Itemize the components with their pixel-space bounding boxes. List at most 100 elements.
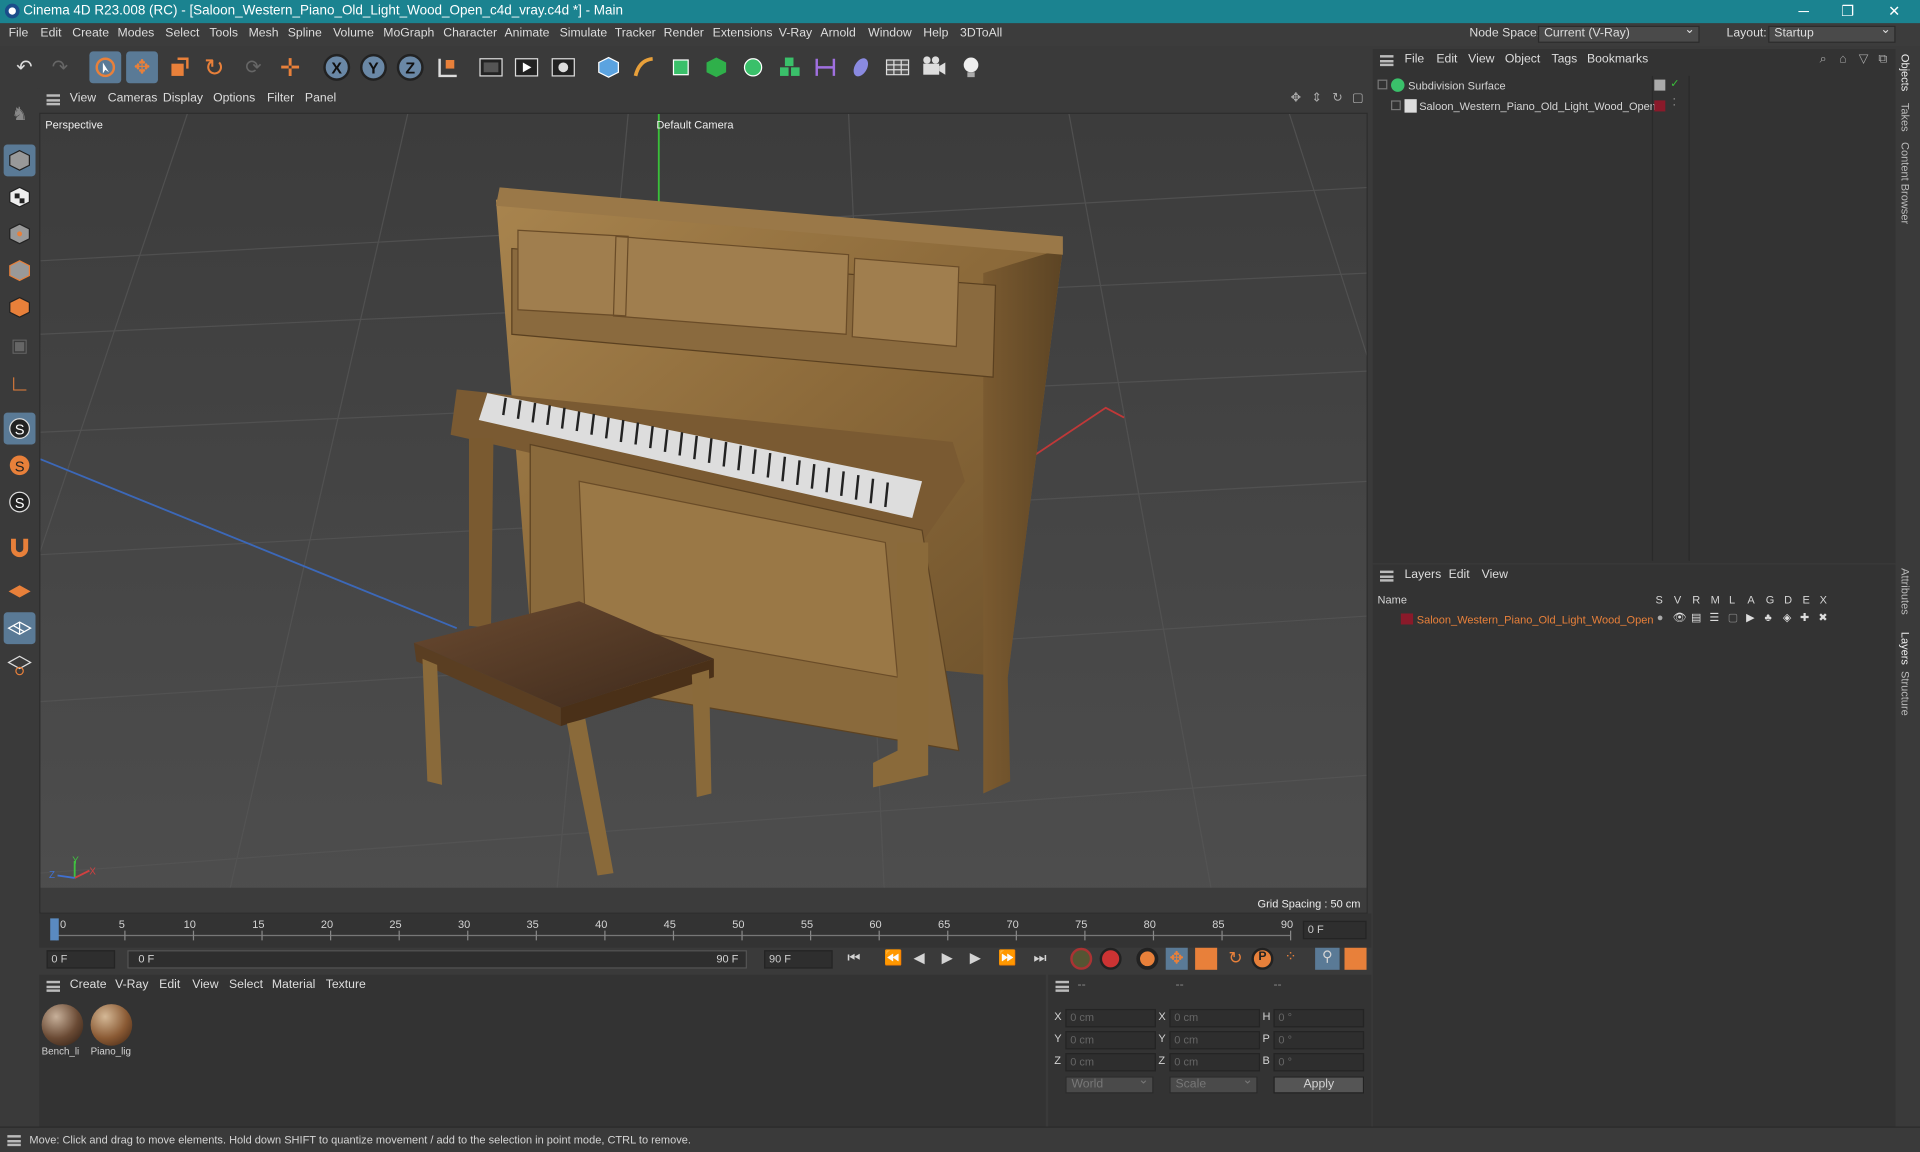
end-frame-field[interactable]: 90 F [764, 950, 833, 969]
layer-menu-edit[interactable]: Edit [1449, 568, 1470, 581]
filter-icon[interactable]: ▽ [1859, 53, 1868, 66]
apply-button[interactable]: Apply [1273, 1076, 1365, 1094]
previous-frame-icon[interactable]: ◀ [913, 949, 924, 966]
obj-menu-view[interactable]: View [1468, 53, 1494, 66]
mat-menu-texture[interactable]: Texture [326, 978, 366, 991]
3d-viewport[interactable]: Perspective Default Camera Y X Z Grid Sp… [39, 112, 1368, 914]
coordinate-system-icon[interactable] [431, 51, 463, 83]
obj-menu-file[interactable]: File [1405, 53, 1425, 66]
timeline-window-icon[interactable] [1344, 947, 1367, 970]
menu-volume[interactable]: Volume [333, 27, 374, 40]
grid-icon[interactable] [3, 612, 36, 645]
pen-spline-icon[interactable] [628, 51, 660, 83]
menu-tools[interactable]: Tools [209, 27, 238, 40]
menu-character[interactable]: Character [443, 27, 497, 40]
live-select-icon[interactable]: ✛ [274, 51, 306, 83]
menu-3dtoall[interactable]: 3DToAll [960, 27, 1002, 40]
menu-create[interactable]: Create [72, 27, 109, 40]
symmetry-icon[interactable]: S [4, 486, 36, 518]
minimize-button[interactable]: ─ [1791, 2, 1815, 19]
search-icon[interactable]: ⌕ [1820, 53, 1827, 66]
point-mode-icon[interactable] [4, 218, 36, 250]
obj-menu-bookmarks[interactable]: Bookmarks [1587, 53, 1648, 66]
layer-color-icon[interactable] [1654, 100, 1666, 112]
position-x-field[interactable]: 0 cm [1065, 1008, 1156, 1028]
mat-menu-vray[interactable]: V-Ray [115, 978, 148, 991]
node-space-select[interactable]: Current (V-Ray) [1537, 23, 1700, 43]
tab-takes[interactable]: Takes [1899, 103, 1911, 132]
viewport-maximize-icon[interactable]: ▢ [1352, 92, 1364, 105]
key-pla-icon[interactable]: ⁘ [1280, 948, 1302, 970]
move-tool-icon[interactable]: ✥ [126, 51, 158, 84]
layout-select[interactable]: Startup [1768, 23, 1896, 43]
start-frame-field[interactable]: 0 F [46, 950, 116, 969]
mat-menu-material[interactable]: Material [272, 978, 316, 991]
axis-x-toggle[interactable]: X [323, 53, 351, 81]
playhead[interactable] [50, 918, 59, 941]
key-rotation-icon[interactable]: ↻ [1225, 948, 1247, 970]
scale-tool-icon[interactable] [163, 51, 195, 83]
size-mode-select[interactable]: Scale [1169, 1074, 1258, 1094]
object-row[interactable]: Subdivision Surface ✓ [1373, 76, 1896, 96]
viewport-rotate-icon[interactable]: ↻ [1332, 92, 1342, 105]
xref-toggle-icon[interactable]: ✖ [1818, 611, 1827, 624]
obj-menu-edit[interactable]: Edit [1436, 53, 1457, 66]
close-button[interactable]: ✕ [1882, 2, 1906, 19]
layer-row[interactable]: Saloon_Western_Piano_Old_Light_Wood_Open… [1373, 610, 1896, 630]
menu-edit[interactable]: Edit [40, 27, 61, 40]
tab-structure[interactable]: Structure [1899, 671, 1911, 716]
mat-menu-view[interactable]: View [192, 978, 218, 991]
tab-layers[interactable]: Layers [1899, 632, 1911, 665]
magnet-icon[interactable] [4, 531, 36, 563]
keyframe-selection-icon[interactable] [1136, 947, 1159, 970]
mat-menu-create[interactable]: Create [70, 978, 107, 991]
menu-modes[interactable]: Modes [118, 27, 155, 40]
menu-vray[interactable]: V-Ray [779, 27, 812, 40]
render-settings-icon[interactable] [547, 51, 579, 83]
layer-color-swatch[interactable] [1400, 613, 1414, 625]
deformers-toggle-icon[interactable]: ◈ [1783, 611, 1791, 624]
mat-menu-edit[interactable]: Edit [159, 978, 180, 991]
layer-tag-icon[interactable] [1654, 79, 1666, 91]
next-key-icon[interactable]: ⏩ [998, 949, 1016, 966]
workplane-icon[interactable] [4, 576, 36, 608]
vp-menu-options[interactable]: Options [213, 92, 255, 105]
rotate-tool-icon[interactable]: ↻ [198, 51, 230, 83]
viewport-pan-icon[interactable]: ✥ [1291, 92, 1301, 105]
axis-y-toggle[interactable]: Y [360, 53, 387, 81]
menu-arnold[interactable]: Arnold [820, 27, 855, 40]
maximize-button[interactable]: ❐ [1836, 2, 1860, 19]
coord-system-select[interactable]: World [1065, 1074, 1154, 1094]
expand-toggle-icon[interactable] [1377, 79, 1388, 90]
previous-key-icon[interactable]: ⏪ [884, 949, 902, 966]
tab-objects[interactable]: Objects [1899, 54, 1911, 91]
edge-mode-icon[interactable] [4, 255, 36, 287]
obj-menu-tags[interactable]: Tags [1551, 53, 1577, 66]
coords-menu-icon[interactable] [1055, 980, 1069, 992]
rotation-b-field[interactable]: 0 ° [1273, 1053, 1365, 1072]
menu-extensions[interactable]: Extensions [713, 27, 773, 40]
position-z-field[interactable]: 0 cm [1065, 1053, 1156, 1072]
tab-attributes[interactable]: Attributes [1899, 568, 1911, 615]
manager-toggle-icon[interactable]: ☰ [1709, 611, 1719, 624]
lock-toggle-icon[interactable]: ▢ [1728, 611, 1738, 624]
solo-toggle-icon[interactable]: ● [1657, 611, 1664, 623]
material-swatch[interactable]: Piano_lig [90, 1004, 135, 1063]
render-view-icon[interactable] [475, 51, 507, 83]
mat-menu-select[interactable]: Select [229, 978, 263, 991]
menu-window[interactable]: Window [868, 27, 912, 40]
camera-name[interactable]: Default Camera [656, 119, 733, 131]
menu-file[interactable]: File [9, 27, 29, 40]
material-swatch[interactable]: Bench_li [41, 1004, 86, 1063]
cloner-icon[interactable] [737, 51, 769, 83]
deformer-icon[interactable] [809, 51, 841, 83]
floor-object-icon[interactable] [882, 51, 914, 83]
vp-menu-display[interactable]: Display [163, 92, 203, 105]
motion-system-icon[interactable]: ⚲ [1315, 947, 1340, 970]
vp-menu-panel[interactable]: Panel [305, 92, 336, 105]
size-y-field[interactable]: 0 cm [1169, 1031, 1261, 1050]
menu-tracker[interactable]: Tracker [615, 27, 656, 40]
tab-content-browser[interactable]: Content Browser [1899, 142, 1911, 224]
undo-icon[interactable]: ↶ [9, 51, 41, 83]
menu-simulate[interactable]: Simulate [560, 27, 608, 40]
